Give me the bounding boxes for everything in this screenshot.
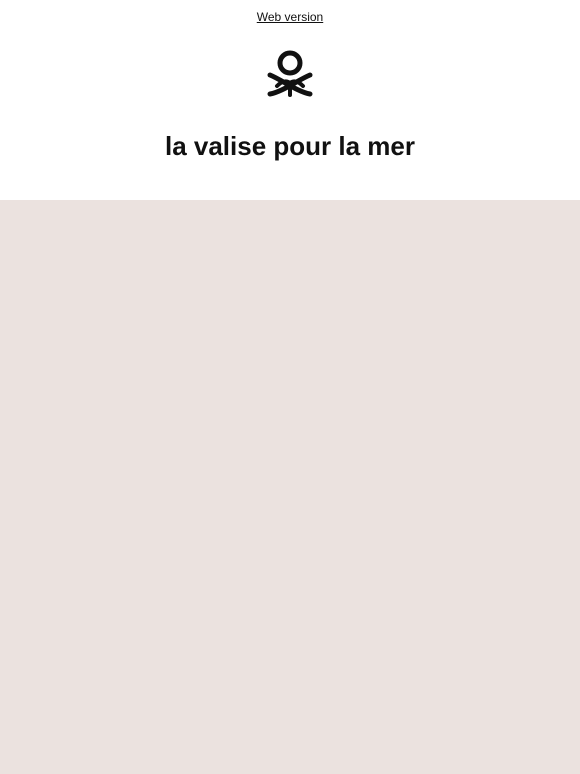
email-title: la valise pour la mer (164, 131, 415, 161)
email-header: Web version la valise pour la mer (0, 0, 580, 200)
web-version-row: Web version (0, 10, 580, 24)
web-version-link[interactable]: Web version (257, 10, 323, 24)
knot-logo-icon[interactable] (266, 50, 314, 98)
email-page: Web version la valise pour la mer (0, 0, 580, 774)
hero-image-placeholder[interactable] (0, 200, 580, 774)
